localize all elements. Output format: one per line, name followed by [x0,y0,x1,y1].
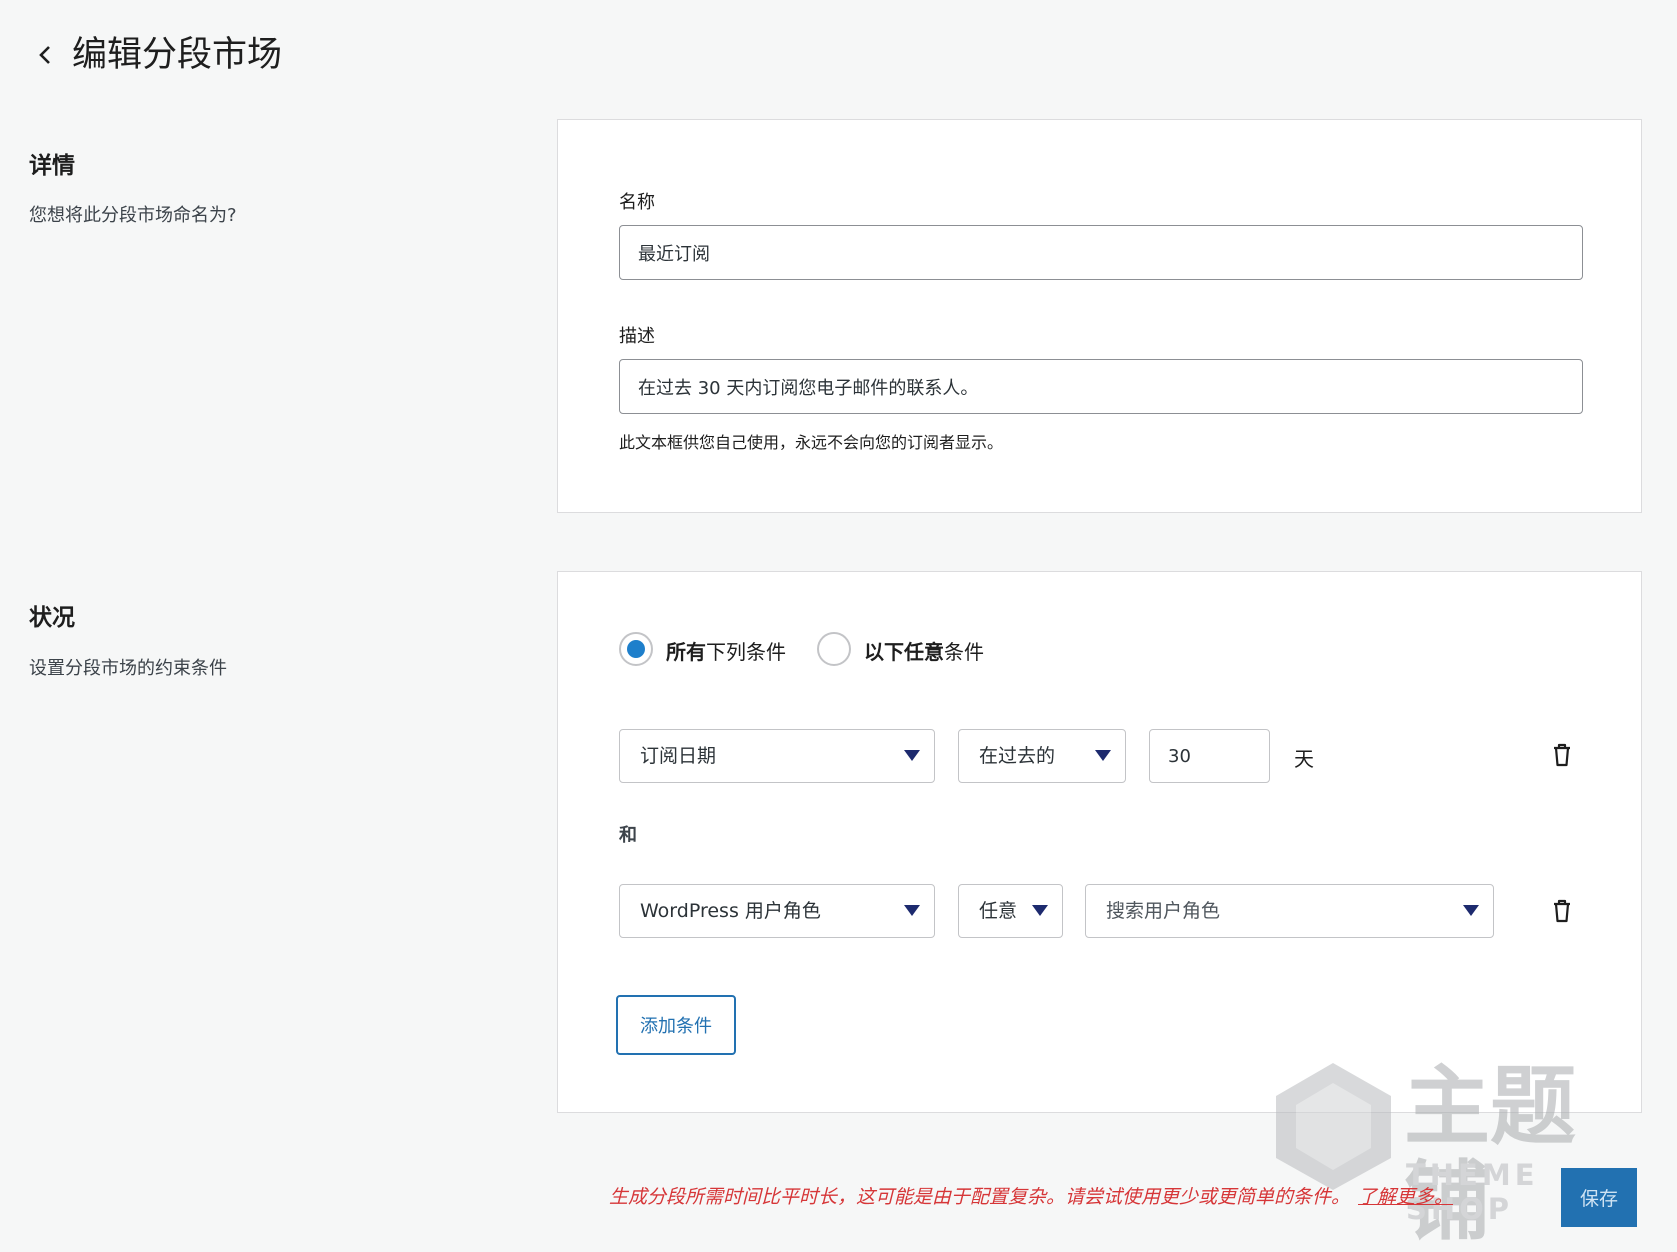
rule2-operator-select[interactable]: 任意 [958,884,1063,938]
page-title: 编辑分段市场 [72,35,283,75]
description-label: 描述 [619,326,655,347]
rule1-operator-select[interactable]: 在过去的 [958,729,1126,783]
conditions-section-title: 状况 [29,605,75,631]
add-condition-button[interactable]: 添加条件 [616,995,736,1055]
rule1-field-value: 订阅日期 [640,745,717,767]
save-button[interactable]: 保存 [1561,1168,1637,1227]
role-search-placeholder: 搜索用户角色 [1106,900,1221,922]
rule1-unit-label: 天 [1294,747,1314,771]
conditions-card: 所有下列条件 以下任意条件 订阅日期 在过去的 天 和 WordPress 用户… [557,571,1642,1113]
description-input[interactable] [619,359,1583,414]
match-any-radio[interactable] [817,632,851,666]
name-label: 名称 [619,192,655,213]
chevron-down-icon [1463,905,1479,916]
details-section-title: 详情 [29,153,75,179]
back-arrow-icon[interactable] [36,40,54,70]
rule2-field-select[interactable]: WordPress 用户角色 [619,884,935,938]
rule2-trash-icon[interactable] [1551,898,1573,924]
conditions-section-description: 设置分段市场的约束条件 [29,658,227,679]
rule2-role-search-select[interactable]: 搜索用户角色 [1085,884,1494,938]
rule1-operator-value: 在过去的 [979,745,1056,767]
rule1-days-input[interactable] [1149,729,1270,783]
learn-more-link[interactable]: 了解更多。 [1358,1186,1453,1208]
rule1-field-select[interactable]: 订阅日期 [619,729,935,783]
rule2-operator-value: 任意 [979,900,1018,922]
watermark-logo-icon [1276,1063,1391,1190]
chevron-down-icon [904,905,920,916]
and-joiner-label: 和 [619,825,637,846]
details-section-description: 您想将此分段市场命名为? [29,205,237,226]
description-help-text: 此文本框供您自己使用，永远不会向您的订阅者显示。 [619,433,1004,452]
chevron-down-icon [1032,905,1048,916]
rule2-field-value: WordPress 用户角色 [640,900,821,922]
match-any-label[interactable]: 以下任意条件 [864,636,984,665]
match-all-radio[interactable] [619,632,653,666]
chevron-down-icon [1095,750,1111,761]
details-card: 名称 描述 此文本框供您自己使用，永远不会向您的订阅者显示。 [557,119,1642,513]
rule1-trash-icon[interactable] [1551,742,1573,768]
match-all-label[interactable]: 所有下列条件 [666,636,786,665]
name-input[interactable] [619,225,1583,280]
chevron-down-icon [904,750,920,761]
warning-text: 生成分段所需时间比平时长，这可能是由于配置复杂。请尝试使用更少或更简单的条件。 [609,1186,1351,1208]
slow-segment-warning: 生成分段所需时间比平时长，这可能是由于配置复杂。请尝试使用更少或更简单的条件。了… [609,1182,1453,1209]
